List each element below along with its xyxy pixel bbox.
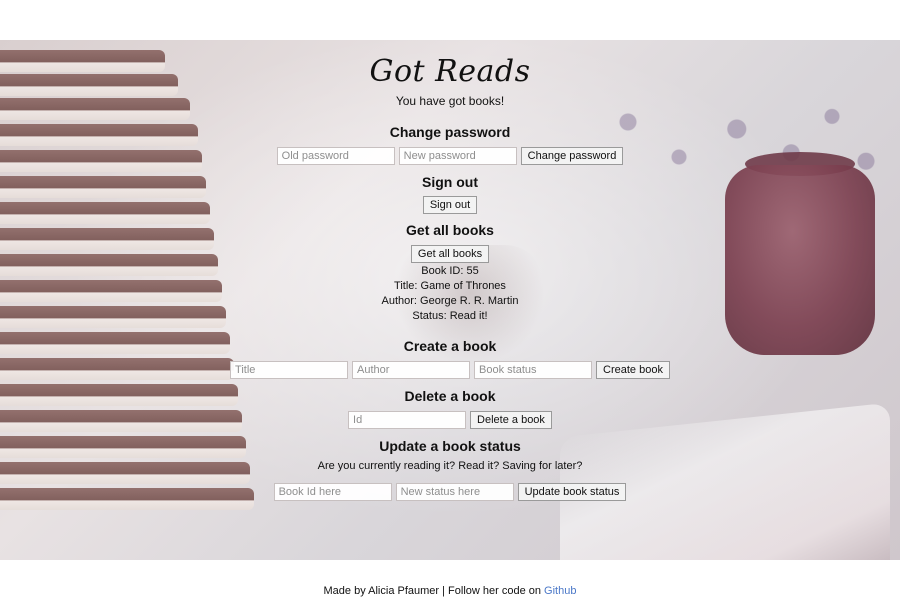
change-password-heading: Change password [389,124,511,140]
book-author-text: Author: George R. R. Martin [381,295,519,307]
get-all-books-row: Get all books [0,245,900,263]
book-id-text: Book ID: 55 [421,265,479,277]
create-title-input[interactable] [230,361,349,379]
new-password-input[interactable] [398,147,517,165]
footer: Made by Alicia Pfaumer | Follow her code… [0,585,900,597]
update-status-heading: Update a book status [379,438,521,454]
github-link[interactable]: Github [544,585,576,597]
book-title-text: Title: Game of Thrones [394,280,506,292]
update-book-status-button[interactable]: Update book status [517,483,627,501]
footer-text: Made by Alicia Pfaumer | Follow her code… [323,585,541,597]
create-book-heading: Create a book [403,338,497,354]
book-details: Book ID: 55 Title: Game of Thrones Autho… [0,264,900,324]
create-author-input[interactable] [352,361,471,379]
delete-book-row: Delete a book [0,411,900,429]
main-content: Got Reads You have got books! Change pas… [0,40,900,597]
change-password-row: Change password [0,147,900,165]
create-book-button[interactable]: Create book [596,361,670,379]
create-status-input[interactable] [474,361,593,379]
app-tagline: You have got books! [395,94,505,108]
sign-out-button[interactable]: Sign out [422,196,478,214]
app-title: Got Reads [369,54,531,89]
update-status-row: Update book status [0,483,900,501]
old-password-input[interactable] [276,147,395,165]
update-status-note: Are you currently reading it? Read it? S… [317,460,583,472]
get-all-books-heading: Get all books [406,222,494,238]
delete-book-heading: Delete a book [404,388,496,404]
delete-id-input[interactable] [348,411,467,429]
sign-out-row: Sign out [0,196,900,214]
get-all-books-button[interactable]: Get all books [410,245,490,263]
sign-out-heading: Sign out [422,174,478,190]
update-new-status-input[interactable] [395,483,514,501]
delete-book-button[interactable]: Delete a book [470,411,552,429]
create-book-row: Create book [0,361,900,379]
change-password-button[interactable]: Change password [520,147,624,165]
update-book-id-input[interactable] [273,483,392,501]
book-status-text: Status: Read it! [412,310,488,322]
